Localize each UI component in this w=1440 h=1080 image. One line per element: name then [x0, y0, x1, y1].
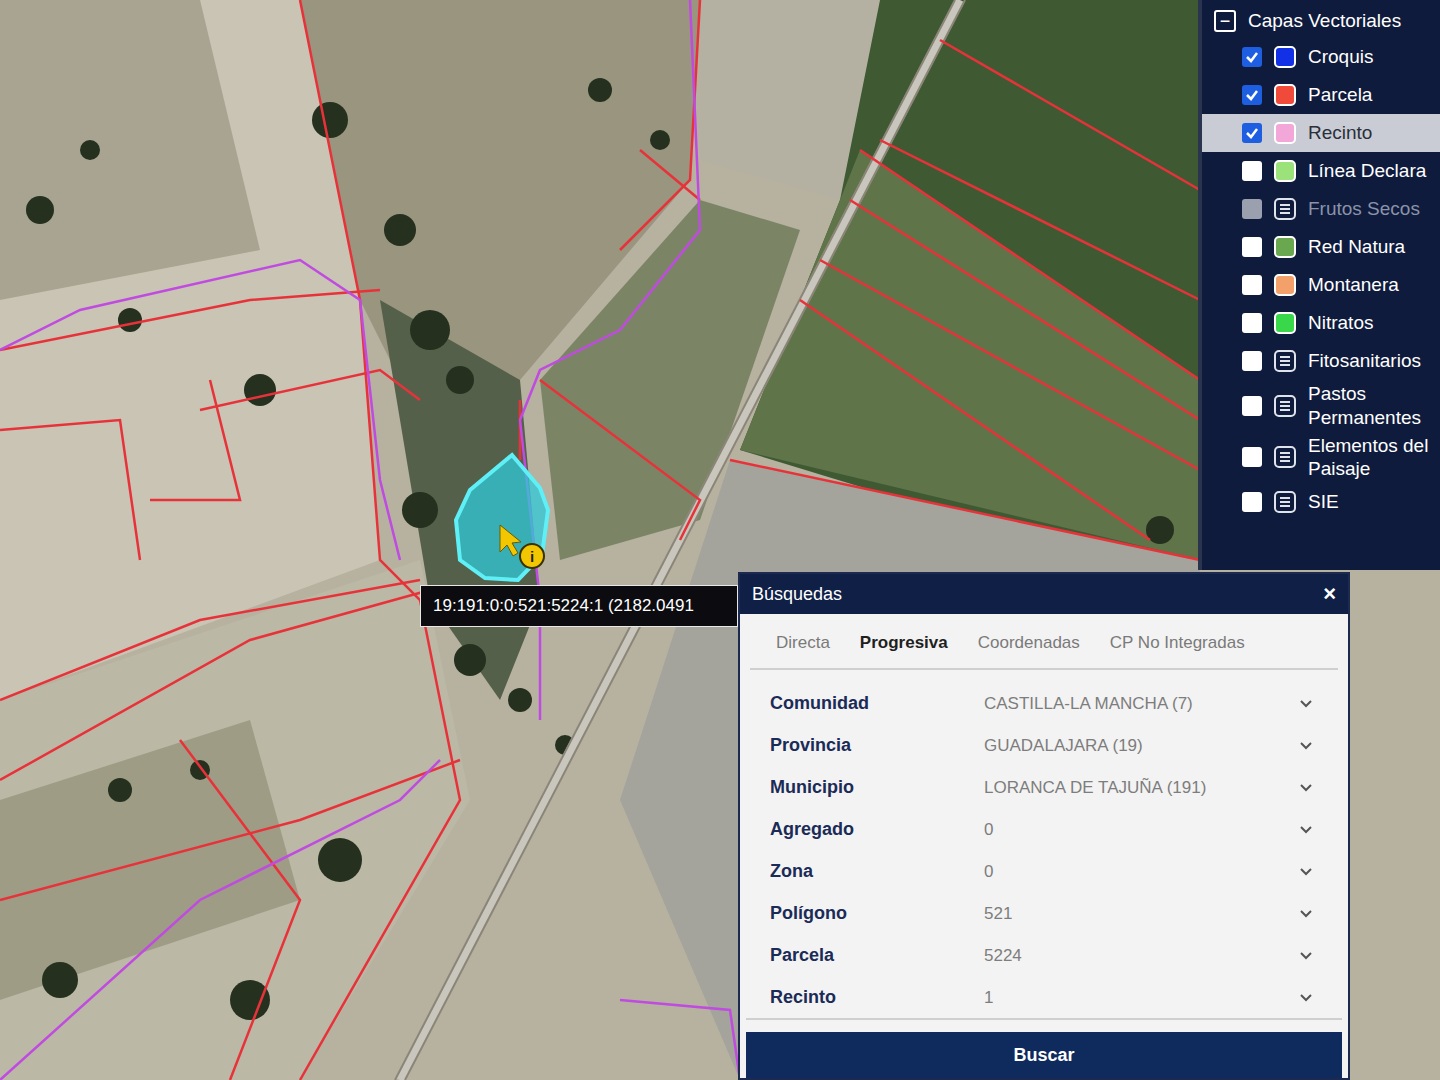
field-label: Comunidad: [770, 690, 984, 717]
search-field: Parcela5224: [770, 940, 1318, 972]
field-label: Agregado: [770, 816, 984, 843]
field-label: Zona: [770, 858, 984, 885]
collapse-button[interactable]: −: [1214, 10, 1236, 32]
field-select[interactable]: 1: [984, 985, 1294, 1011]
layers-panel: −Capas Vectoriales Croquis Parcela Recinto L…: [1198, 0, 1440, 570]
search-field: Agregado0: [770, 814, 1318, 846]
info-marker[interactable]: i: [519, 543, 545, 569]
search-field: ComunidadCASTILLA-LA MANCHA (7): [770, 688, 1318, 720]
search-title: Búsquedas: [752, 581, 842, 608]
layer-checkbox[interactable]: [1242, 47, 1262, 67]
field-select[interactable]: LORANCA DE TAJUÑA (191): [984, 775, 1294, 801]
layer-label: Croquis: [1308, 45, 1373, 69]
layer-checkbox[interactable]: [1242, 447, 1262, 467]
chevron-icon: [1294, 910, 1318, 918]
search-tab[interactable]: Progresiva: [860, 630, 948, 656]
layer-label: Pastos Permanentes: [1308, 382, 1434, 430]
layer-swatch: [1274, 236, 1296, 258]
layer-checkbox[interactable]: [1242, 199, 1262, 219]
field-label: Polígono: [770, 900, 984, 927]
layer-row[interactable]: Croquis: [1202, 38, 1440, 76]
search-button[interactable]: Buscar: [746, 1032, 1342, 1078]
cursor-icon: [500, 525, 521, 556]
layer-row[interactable]: Montanera: [1202, 266, 1440, 304]
layer-row[interactable]: Elementos del Paisaje: [1202, 432, 1440, 484]
layer-checkbox[interactable]: [1242, 313, 1262, 333]
list-icon: [1274, 395, 1296, 417]
field-label: Provincia: [770, 732, 984, 759]
layer-checkbox[interactable]: [1242, 123, 1262, 143]
layer-label: Elementos del Paisaje: [1308, 434, 1434, 482]
field-select[interactable]: 0: [984, 817, 1294, 843]
layer-row[interactable]: SIE: [1202, 483, 1440, 521]
search-footer: Buscar: [746, 1018, 1342, 1078]
layer-checkbox[interactable]: [1242, 85, 1262, 105]
list-icon: [1274, 491, 1296, 513]
layer-row[interactable]: Frutos Secos: [1202, 190, 1440, 228]
field-select[interactable]: 5224: [984, 943, 1294, 969]
chevron-icon: [1294, 994, 1318, 1002]
layer-checkbox[interactable]: [1242, 396, 1262, 416]
list-icon: [1274, 198, 1296, 220]
field-label: Recinto: [770, 984, 984, 1011]
search-field: Zona0: [770, 856, 1318, 888]
search-field: Recinto1: [770, 982, 1318, 1014]
layer-swatch: [1274, 312, 1296, 334]
layer-row[interactable]: Pastos Permanentes: [1202, 380, 1440, 432]
list-icon: [1274, 350, 1296, 372]
chevron-icon: [1294, 742, 1318, 750]
search-header: Búsquedas ×: [740, 574, 1348, 614]
layers-title: Capas Vectoriales: [1248, 7, 1401, 36]
layer-swatch: [1274, 160, 1296, 182]
field-label: Parcela: [770, 942, 984, 969]
layer-checkbox[interactable]: [1242, 351, 1262, 371]
layer-label: Recinto: [1308, 121, 1372, 145]
recinto-tooltip: 19:191:0:0:521:5224:1 (2182.0491: [420, 585, 738, 627]
field-label: Municipio: [770, 774, 984, 801]
layer-label: Nitratos: [1308, 311, 1373, 335]
chevron-icon: [1294, 784, 1318, 792]
chevron-icon: [1294, 700, 1318, 708]
layers-header: −Capas Vectoriales: [1202, 4, 1440, 38]
close-button[interactable]: ×: [1323, 583, 1336, 605]
layer-swatch: [1274, 46, 1296, 68]
layer-label: SIE: [1308, 490, 1339, 514]
layer-row[interactable]: Línea Declara: [1202, 152, 1440, 190]
layer-swatch: [1274, 84, 1296, 106]
search-tab[interactable]: Coordenadas: [978, 630, 1080, 656]
search-tabs: Directa Progresiva Coordenadas CP No Integr…: [750, 614, 1338, 670]
list-icon: [1274, 446, 1296, 468]
search-fields: ComunidadCASTILLA-LA MANCHA (7)Provincia…: [740, 670, 1348, 1014]
field-select[interactable]: GUADALAJARA (19): [984, 733, 1294, 759]
field-select[interactable]: 0: [984, 859, 1294, 885]
layer-label: Red Natura: [1308, 235, 1405, 259]
search-tab[interactable]: Directa: [776, 630, 830, 656]
layer-checkbox[interactable]: [1242, 492, 1262, 512]
search-field: Polígono521: [770, 898, 1318, 930]
field-select[interactable]: 521: [984, 901, 1294, 927]
field-select[interactable]: CASTILLA-LA MANCHA (7): [984, 691, 1294, 717]
chevron-icon: [1294, 952, 1318, 960]
layer-row[interactable]: Fitosanitarios: [1202, 342, 1440, 380]
search-field: MunicipioLORANCA DE TAJUÑA (191): [770, 772, 1318, 804]
layer-label: Línea Declara: [1308, 159, 1426, 183]
search-panel: Búsquedas × Directa Progresiva Coordenadas CP…: [738, 572, 1350, 1080]
chevron-icon: [1294, 868, 1318, 876]
layer-label: Fitosanitarios: [1308, 349, 1421, 373]
layer-row[interactable]: Recinto: [1202, 114, 1440, 152]
layer-label: Parcela: [1308, 83, 1372, 107]
layer-swatch: [1274, 122, 1296, 144]
layer-swatch: [1274, 274, 1296, 296]
layer-label: Montanera: [1308, 273, 1399, 297]
layer-checkbox[interactable]: [1242, 161, 1262, 181]
layer-row[interactable]: Red Natura: [1202, 228, 1440, 266]
layer-checkbox[interactable]: [1242, 275, 1262, 295]
search-tab[interactable]: CP No Integradas: [1110, 630, 1245, 656]
layer-label: Frutos Secos: [1308, 197, 1420, 221]
layer-row[interactable]: Parcela: [1202, 76, 1440, 114]
layer-checkbox[interactable]: [1242, 237, 1262, 257]
chevron-icon: [1294, 826, 1318, 834]
layer-row[interactable]: Nitratos: [1202, 304, 1440, 342]
search-field: ProvinciaGUADALAJARA (19): [770, 730, 1318, 762]
